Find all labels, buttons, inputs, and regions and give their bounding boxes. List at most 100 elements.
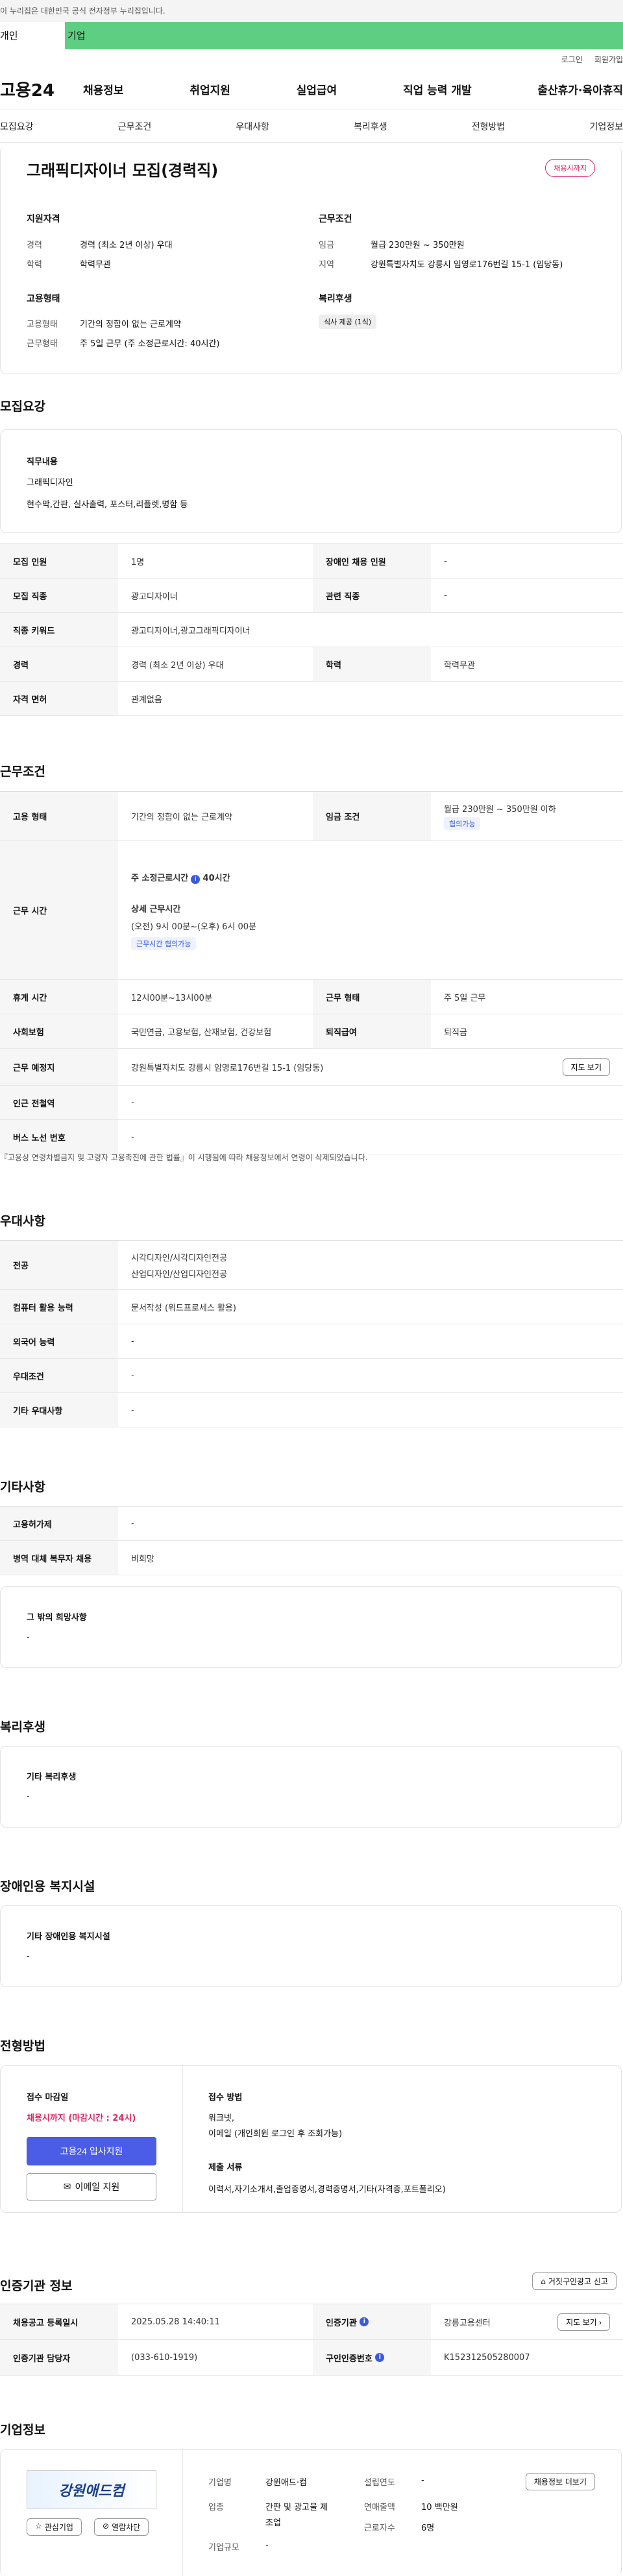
method-value-2: 이메일 (개인회원 로그인 후 조회가능) [208, 2129, 343, 2139]
hope-card: 그 밖의 희망사항 - [0, 1586, 622, 1668]
email-apply-button[interactable]: ✉ 이메일 지원 [27, 2173, 156, 2200]
name-label: 기업명 [208, 2478, 232, 2488]
utility-links: 로그인 회원가입 [0, 49, 623, 69]
duty-card: 직무내용 그래픽디자인 현수막,간판, 실사출력, 포스터,리플렛,명함 등 [0, 429, 622, 533]
edu-label: 학력 [27, 260, 42, 270]
table-row: 사회보험 국민연금, 고용보험, 산재보험, 건강보험 퇴직급여 퇴직금 [0, 1014, 623, 1049]
subnav-welfare[interactable]: 복리후생 [354, 120, 387, 133]
block-button[interactable]: ⊘ 열람차단 [94, 2518, 149, 2536]
th: 관련 직종 [313, 578, 431, 612]
table-row: 우대조건 - [0, 1359, 623, 1393]
table-row: 모집 인원 1명 장애인 채용 인원 - [0, 544, 623, 578]
th: 근무 형태 [313, 980, 431, 1014]
edu-value: 학력무관 [80, 260, 111, 270]
wage-tag: 협의가능 [444, 817, 481, 830]
table-row: 경력 경력 (최소 2년 이상) 우대 학력 학력무관 [0, 647, 623, 682]
table-row: 컴퓨터 활용 능력 문서작성 (워드프로세스 활용) [0, 1290, 623, 1324]
report-button[interactable]: ⌂ 거짓구인광고 신고 [532, 2272, 617, 2290]
td: 기간의 정함이 없는 근로계약 [131, 813, 232, 822]
map-button[interactable]: 지도 보기 [562, 1058, 610, 1076]
major-2: 산업디자인/산업디자인전공 [131, 1269, 227, 1280]
email-apply-label: 이메일 지원 [75, 2182, 120, 2193]
mail-icon: ✉ [63, 2182, 71, 2192]
subnav-cond[interactable]: 근무조건 [118, 120, 152, 133]
tab-personal[interactable]: 개인 [0, 22, 65, 49]
more-jobs-button[interactable]: 채용정보 더보기 [525, 2473, 595, 2490]
org-label: 인증기관 [326, 2318, 357, 2328]
user-type-tabs: 개인 기업 [0, 22, 623, 49]
global-nav: 고용24 채용정보 취업지원 실업급여 직업 능력 개발 출산휴가·육아휴직 [0, 69, 623, 110]
benefit-tag: 식사 제공 (1식) [319, 315, 377, 329]
career-value: 경력 (최소 2년 이상) 우대 [80, 241, 173, 250]
table-row: 휴게 시간 12시00분~13시00분 근무 형태 주 5일 근무 [0, 980, 623, 1014]
td: K152312505280007 [444, 2352, 530, 2363]
qual-heading: 지원자격 [27, 214, 60, 224]
th: 모집 인원 [0, 544, 118, 578]
agency-title: 인증기관 정보 [0, 2279, 73, 2293]
gnb-training[interactable]: 직업 능력 개발 [403, 81, 472, 97]
gnb-support[interactable]: 취업지원 [189, 81, 230, 97]
job-summary-card: 그래픽디자이너 모집(경력직) 채용시까지 지원자격 경력 경력 (최소 2년 … [0, 146, 622, 374]
subnav-company[interactable]: 기업정보 [589, 120, 623, 133]
td: - [444, 590, 447, 601]
td: 2025.05.28 14:40:11 [131, 2317, 220, 2327]
weekly-hours-value: 40시간 [202, 873, 230, 883]
wage-value: 월급 230만원 ~ 350만원 이하 [444, 805, 556, 815]
td: 국민연금, 고용보험, 산재보험, 건강보험 [131, 1027, 272, 1038]
gnb-leave[interactable]: 출산휴가·육아휴직 [537, 81, 623, 97]
table-row: 전공 시각디자인/시각디자인전공 산업디자인/산업디자인전공 [0, 1241, 623, 1290]
disab-title: 장애인용 복지시설 [0, 1879, 95, 1894]
login-link[interactable]: 로그인 [561, 54, 583, 65]
info-icon[interactable]: i [360, 2317, 369, 2326]
wage-label: 임금 [319, 241, 334, 250]
name-value: 강원애드·컴 [265, 2478, 307, 2488]
th: 고용 형태 [0, 792, 118, 841]
td: - [131, 1405, 134, 1415]
age-note: 『고용상 연령차별금지 및 고령자 고용촉진에 관한 법률』이 시행됨에 따라 … [0, 1153, 368, 1162]
table-row: 자격 면허 관계없음 [0, 682, 623, 716]
etype-value: 기간의 정함이 없는 근로계약 [80, 320, 181, 329]
place-value: 강원특별자치도 강릉시 임영로176번길 15-1 (임당동) [131, 1063, 324, 1073]
tab-company[interactable]: 기업 [65, 22, 623, 49]
th: 학력 [313, 647, 431, 681]
fav-button[interactable]: ☆ 관심기업 [27, 2518, 82, 2536]
gnb-jobs[interactable]: 채용정보 [83, 81, 124, 97]
section-nav: 모집요강 근무조건 우대사항 복리후생 전형방법 기업정보 [0, 110, 623, 143]
welfare-card: 기타 복리후생 - [0, 1746, 622, 1828]
info-icon[interactable]: i [375, 2353, 385, 2362]
company-card: 강원애드컴 ☆ 관심기업 ⊘ 열람차단 기업명 강원애드·컴 설립연도 - 채용정보… [0, 2449, 622, 2576]
wtype-value: 주 5일 근무 (주 소정근로시간: 40시간) [80, 339, 220, 349]
emp-label: 근로자수 [364, 2523, 395, 2533]
fav-label: 관심기업 [44, 2523, 73, 2532]
subnav-pref[interactable]: 우대사항 [236, 120, 269, 133]
th: 기타 우대사항 [0, 1393, 118, 1427]
recruit-title: 모집요강 [0, 400, 45, 414]
td: - [131, 1132, 134, 1142]
duty-heading: 직무내용 [27, 457, 58, 467]
th: 퇴직급여 [313, 1014, 431, 1048]
signup-link[interactable]: 회원가입 [594, 54, 623, 65]
site-logo[interactable]: 고용24 [0, 77, 83, 101]
docs-heading: 제출 서류 [208, 2163, 243, 2173]
weekly-hours-label: 주 소정근로시간 [131, 873, 189, 883]
gnb-benefit[interactable]: 실업급여 [297, 81, 337, 97]
td: 광고디자이너,광고그래픽디자이너 [131, 626, 250, 636]
table-row: 근무 예정지 강원특별자치도 강릉시 임영로176번길 15-1 (임당동) 지도 … [0, 1049, 623, 1086]
table-row: 모집 직종 광고디자이너 관련 직종 - [0, 578, 623, 613]
benefit-heading: 복리후생 [319, 294, 352, 304]
select-card: 접수 마감일 채용시까지 (마감시간 : 24시) 고용24 입사지원 ✉ 이메일… [0, 2065, 622, 2213]
deadline-badge: 채용시까지 [545, 159, 595, 177]
info-icon[interactable]: i [191, 874, 201, 884]
agency-map-button[interactable]: 지도 보기 › [557, 2313, 610, 2331]
subnav-recruit[interactable]: 모집요강 [0, 120, 34, 133]
td: 퇴직금 [444, 1027, 467, 1038]
td: 광고디자이너 [131, 591, 178, 602]
subnav-select[interactable]: 전형방법 [472, 120, 506, 133]
th: 컴퓨터 활용 능력 [0, 1290, 118, 1324]
td: 경력 (최소 2년 이상) 우대 [131, 660, 224, 671]
wtype-label: 근무형태 [27, 339, 58, 349]
emp-value: 6명 [421, 2523, 435, 2533]
hope-value: - [27, 1632, 30, 1642]
apply-button[interactable]: 고용24 입사지원 [27, 2137, 156, 2165]
job-title: 그래픽디자이너 모집(경력직) [27, 161, 219, 180]
